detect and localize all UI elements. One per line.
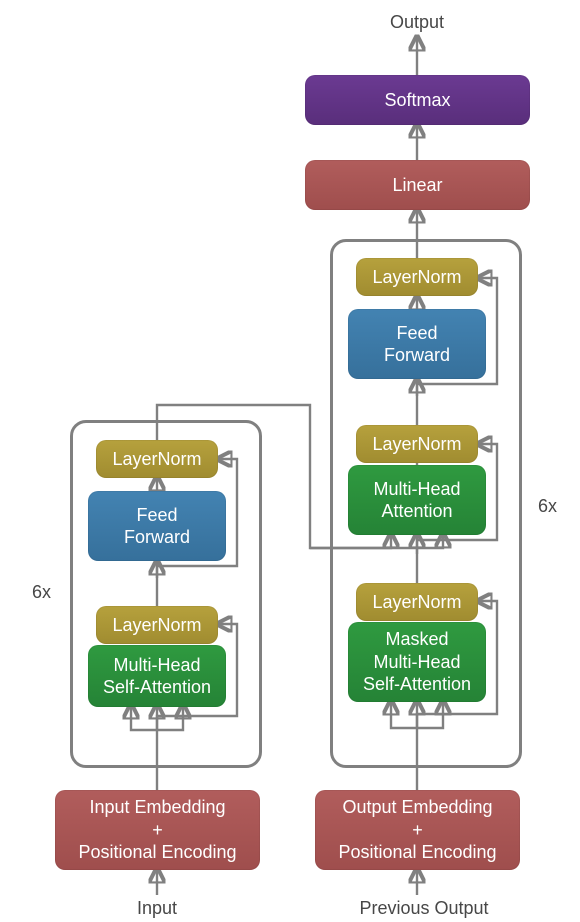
encoder-self-attention: Multi-Head Self-Attention [88,645,226,707]
output-embedding-block: Output Embedding + Positional Encoding [315,790,520,870]
decoder-feed-forward: Feed Forward [348,309,486,379]
linear-block: Linear [305,160,530,210]
input-label: Input [136,898,178,919]
decoder-repeat-label: 6x [538,496,557,517]
decoder-cross-attention: Multi-Head Attention [348,465,486,535]
encoder-repeat-label: 6x [32,582,51,603]
decoder-layernorm-top: LayerNorm [356,258,478,296]
softmax-block: Softmax [305,75,530,125]
input-embedding-block: Input Embedding + Positional Encoding [55,790,260,870]
decoder-masked-self-attention: Masked Multi-Head Self-Attention [348,622,486,702]
decoder-layernorm-bottom: LayerNorm [356,583,478,621]
encoder-layernorm-top: LayerNorm [96,440,218,478]
decoder-layernorm-mid: LayerNorm [356,425,478,463]
output-label: Output [388,12,446,33]
previous-output-label: Previous Output [359,898,489,919]
encoder-feed-forward: Feed Forward [88,491,226,561]
encoder-layernorm-bottom: LayerNorm [96,606,218,644]
